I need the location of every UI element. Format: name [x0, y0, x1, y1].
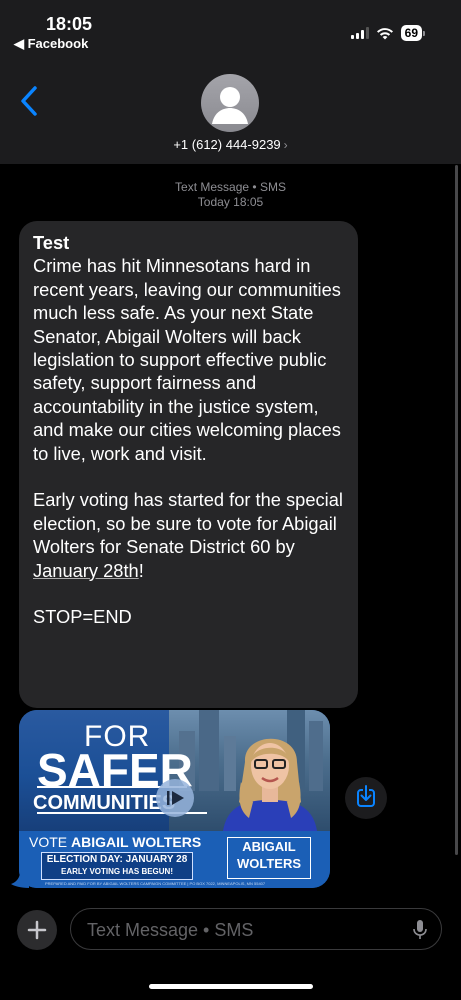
bubble-tail — [11, 872, 29, 888]
chevron-left-icon[interactable] — [16, 84, 44, 118]
incoming-message-bubble[interactable]: Test Crime has hit Minnesotans hard in r… — [19, 221, 358, 708]
back-to-app-link[interactable]: ◀ Facebook — [14, 36, 88, 52]
add-attachment-button[interactable] — [17, 910, 57, 950]
status-time: 18:05 — [46, 14, 93, 34]
service-label: Text Message • SMS — [175, 180, 286, 194]
cellular-signal-icon — [350, 27, 369, 39]
flyer-early-voting: EARLY VOTING HAS BEGUN! — [60, 867, 173, 876]
contact-number: +1 (612) 444-9239 — [173, 137, 281, 152]
message-paragraph-2: Early voting has started for the special… — [33, 488, 344, 582]
message-input-container — [70, 908, 442, 950]
message-subject: Test — [33, 232, 70, 253]
message-paragraph-1: Crime has hit Minnesotans hard in recent… — [33, 255, 341, 464]
status-bar: 18:05 ◀ Facebook 69 — [0, 0, 461, 60]
play-button[interactable] — [156, 779, 194, 817]
flyer-candidate-name: ABIGAIL WOLTERS — [71, 834, 202, 850]
battery-icon: 69 — [400, 25, 425, 41]
contact-avatar[interactable] — [201, 74, 259, 132]
date-link[interactable]: January 28th — [33, 560, 139, 581]
message-input[interactable] — [85, 917, 399, 943]
plus-icon — [27, 920, 47, 940]
wifi-icon — [376, 27, 393, 39]
person-silhouette-icon — [212, 87, 248, 124]
system-icons: 69 — [350, 25, 425, 41]
scrollbar[interactable] — [455, 165, 458, 855]
message-paragraph-2-end: ! — [138, 559, 144, 581]
microphone-icon[interactable] — [413, 920, 427, 940]
save-attachment-button[interactable] — [345, 777, 387, 819]
save-to-device-icon — [357, 785, 375, 807]
opt-out-text: STOP=END — [33, 606, 132, 628]
home-indicator[interactable] — [149, 984, 313, 989]
battery-level: 69 — [400, 25, 422, 41]
flyer-disclaimer: PREPARED AND PAID FOR BY ABIGAIL WOLTERS… — [45, 881, 266, 886]
message-paragraph-2-text: Early voting has started for the special… — [33, 489, 343, 558]
flyer-election-day-box: ELECTION DAY: JANUARY 28 EARLY VOTING HA… — [41, 852, 193, 880]
thread-meta: Text Message • SMS Today 18:05 — [0, 180, 461, 210]
chevron-right-icon: › — [283, 138, 288, 152]
play-icon — [167, 791, 184, 805]
flyer-vote-line: VOTE ABIGAIL WOLTERS — [29, 834, 202, 850]
contact-name[interactable]: +1 (612) 444-9239 › — [0, 137, 461, 152]
flyer-headline-communities: COMMUNITIES — [33, 792, 176, 814]
candidate-photo — [223, 738, 317, 831]
flyer-election-day: ELECTION DAY: JANUARY 28 — [46, 854, 188, 865]
conversation-header: +1 (612) 444-9239 › — [0, 60, 461, 164]
message-timestamp: Today 18:05 — [197, 195, 264, 209]
flyer-name-badge: ABIGAIL WOLTERS — [227, 837, 311, 879]
